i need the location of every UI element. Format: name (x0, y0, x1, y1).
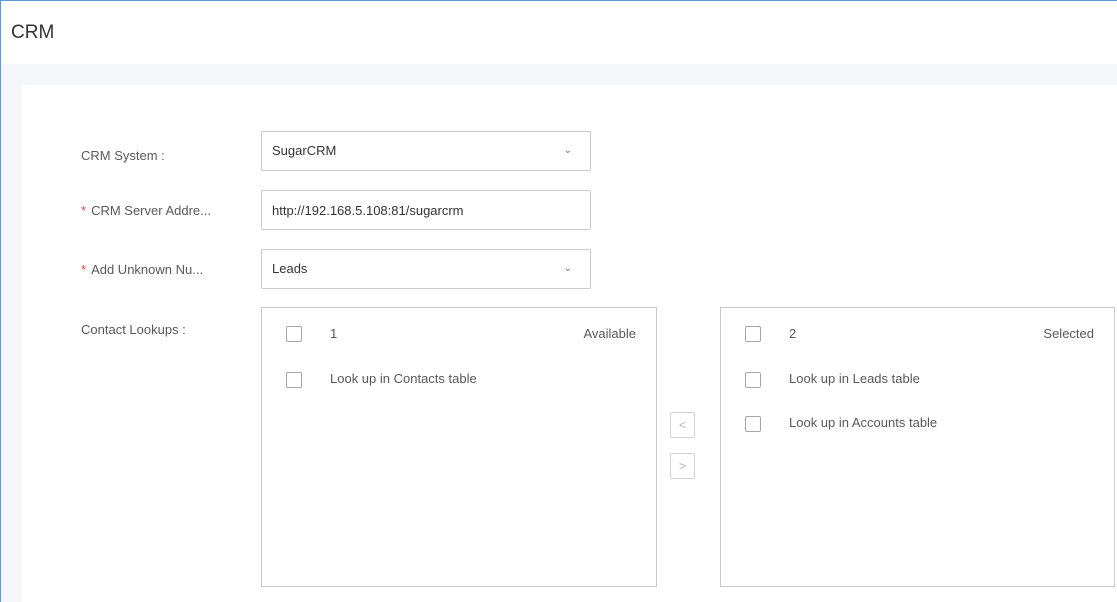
item-checkbox[interactable] (745, 372, 761, 388)
chevron-down-icon: ⌄ (563, 263, 572, 274)
crm-system-label: CRM System : (81, 148, 165, 163)
move-left-button[interactable]: < (670, 412, 695, 438)
selected-count: 2 (789, 326, 797, 341)
server-address-label-text: CRM Server Addre... (91, 203, 211, 218)
available-select-all-checkbox[interactable] (286, 326, 302, 342)
available-panel-header: 1 Available (262, 308, 656, 358)
crm-page-frame: CRM CRM System : SugarCRM ⌄ * CRM Server … (0, 0, 1117, 602)
contact-lookups-label: Contact Lookups : (81, 322, 186, 337)
item-checkbox[interactable] (286, 372, 302, 388)
selected-panel: 2 Selected Look up in Leads table Look u… (720, 307, 1115, 587)
add-unknown-label: * Add Unknown Nu... (81, 262, 203, 277)
selected-panel-header: 2 Selected (721, 308, 1114, 358)
item-checkbox[interactable] (745, 416, 761, 432)
selected-title: Selected (1043, 326, 1094, 341)
header-divider-strip (2, 64, 1117, 85)
chevron-down-icon: ⌄ (563, 145, 572, 156)
selected-select-all-checkbox[interactable] (745, 326, 761, 342)
page-header: CRM (2, 2, 1117, 64)
available-count: 1 (330, 326, 338, 341)
list-item[interactable]: Look up in Accounts table (721, 410, 1114, 438)
move-right-button[interactable]: > (670, 453, 695, 479)
server-address-label: * CRM Server Addre... (81, 203, 211, 218)
required-asterisk: * (81, 262, 87, 277)
left-gutter (2, 85, 22, 602)
list-item-label: Look up in Accounts table (789, 415, 938, 430)
server-address-input[interactable] (272, 191, 590, 229)
crm-system-value: SugarCRM (272, 143, 337, 158)
page-title: CRM (11, 22, 55, 43)
list-item[interactable]: Look up in Leads table (721, 366, 1114, 394)
crm-system-select[interactable]: SugarCRM ⌄ (261, 131, 591, 171)
server-address-field[interactable] (261, 190, 591, 230)
list-item[interactable]: Look up in Contacts table (262, 366, 656, 394)
add-unknown-label-text: Add Unknown Nu... (91, 262, 204, 277)
required-asterisk: * (81, 203, 87, 218)
list-item-label: Look up in Leads table (789, 371, 920, 386)
available-panel: 1 Available Look up in Contacts table (261, 307, 657, 587)
add-unknown-select[interactable]: Leads ⌄ (261, 249, 591, 289)
available-title: Available (583, 326, 636, 341)
add-unknown-value: Leads (272, 261, 308, 276)
list-item-label: Look up in Contacts table (330, 371, 477, 386)
